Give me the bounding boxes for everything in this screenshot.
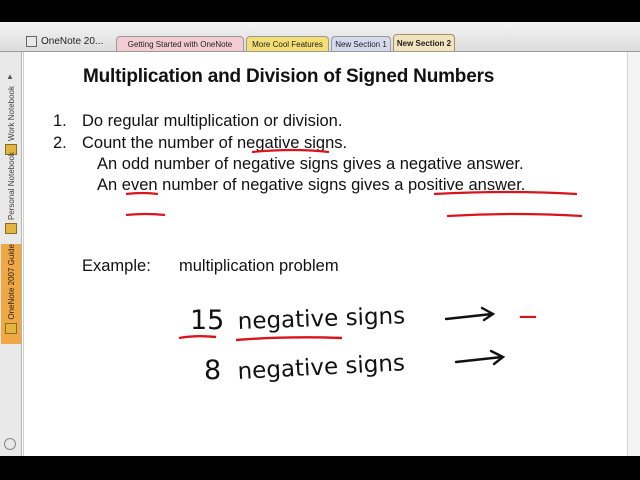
underline-negative: [251, 148, 330, 154]
hw-line1-result: −: [517, 302, 539, 332]
hw-underline-15: [178, 335, 217, 340]
page-scrollbar[interactable]: [627, 52, 640, 456]
hw-arrow-1-icon: [444, 306, 496, 322]
tab-more-cool-features[interactable]: More Cool Features: [246, 36, 329, 52]
note-page[interactable]: Multiplication and Division of Signed Nu…: [23, 52, 640, 456]
tab-new-section-2[interactable]: New Section 2: [393, 34, 455, 52]
underline-positive-answer: [446, 212, 583, 218]
underline-negative-answer: [433, 190, 578, 196]
notebook-personal-label: Personal Notebook: [6, 152, 16, 221]
underline-even: [125, 212, 166, 217]
section-tab-bar: OneNote 20... Getting Started with OneNo…: [0, 22, 640, 52]
hw-arrow-2-icon: [454, 349, 506, 366]
notebook-navigation: ▲ Work Notebook Personal Notebook OneNot…: [0, 52, 22, 456]
notebook-personal[interactable]: Personal Notebook: [1, 152, 21, 252]
notebook-guide-label: OneNote 2007 Guide: [6, 244, 16, 320]
ink-annotations: 15 negative signs − 8 negative signs: [125, 148, 583, 386]
notebook-icon: [5, 322, 17, 334]
notebook-tab[interactable]: OneNote 20...: [26, 33, 114, 50]
all-notebooks-icon[interactable]: [4, 438, 16, 450]
notebook-tab-label: OneNote 20...: [41, 36, 104, 47]
hw-line1-words: negative signs: [237, 303, 405, 335]
notebook-onenote-guide[interactable]: OneNote 2007 Guide: [1, 244, 21, 344]
tab-new-section-1[interactable]: New Section 1: [331, 36, 391, 52]
collapse-arrow-icon[interactable]: ▲: [6, 72, 14, 81]
hw-line2-number: 8: [204, 355, 221, 386]
hw-line1-number: 15: [190, 305, 224, 336]
tab-getting-started[interactable]: Getting Started with OneNote: [116, 36, 244, 52]
notebook-icon: [5, 223, 17, 235]
notebook-work-label: Work Notebook: [6, 86, 16, 141]
notebook-icon: [26, 36, 37, 47]
onenote-window: OneNote 20... Getting Started with OneNo…: [0, 22, 640, 456]
hw-underline-negative: [235, 336, 343, 342]
hw-line2-words: negative signs: [237, 350, 406, 385]
underline-odd: [125, 191, 159, 196]
